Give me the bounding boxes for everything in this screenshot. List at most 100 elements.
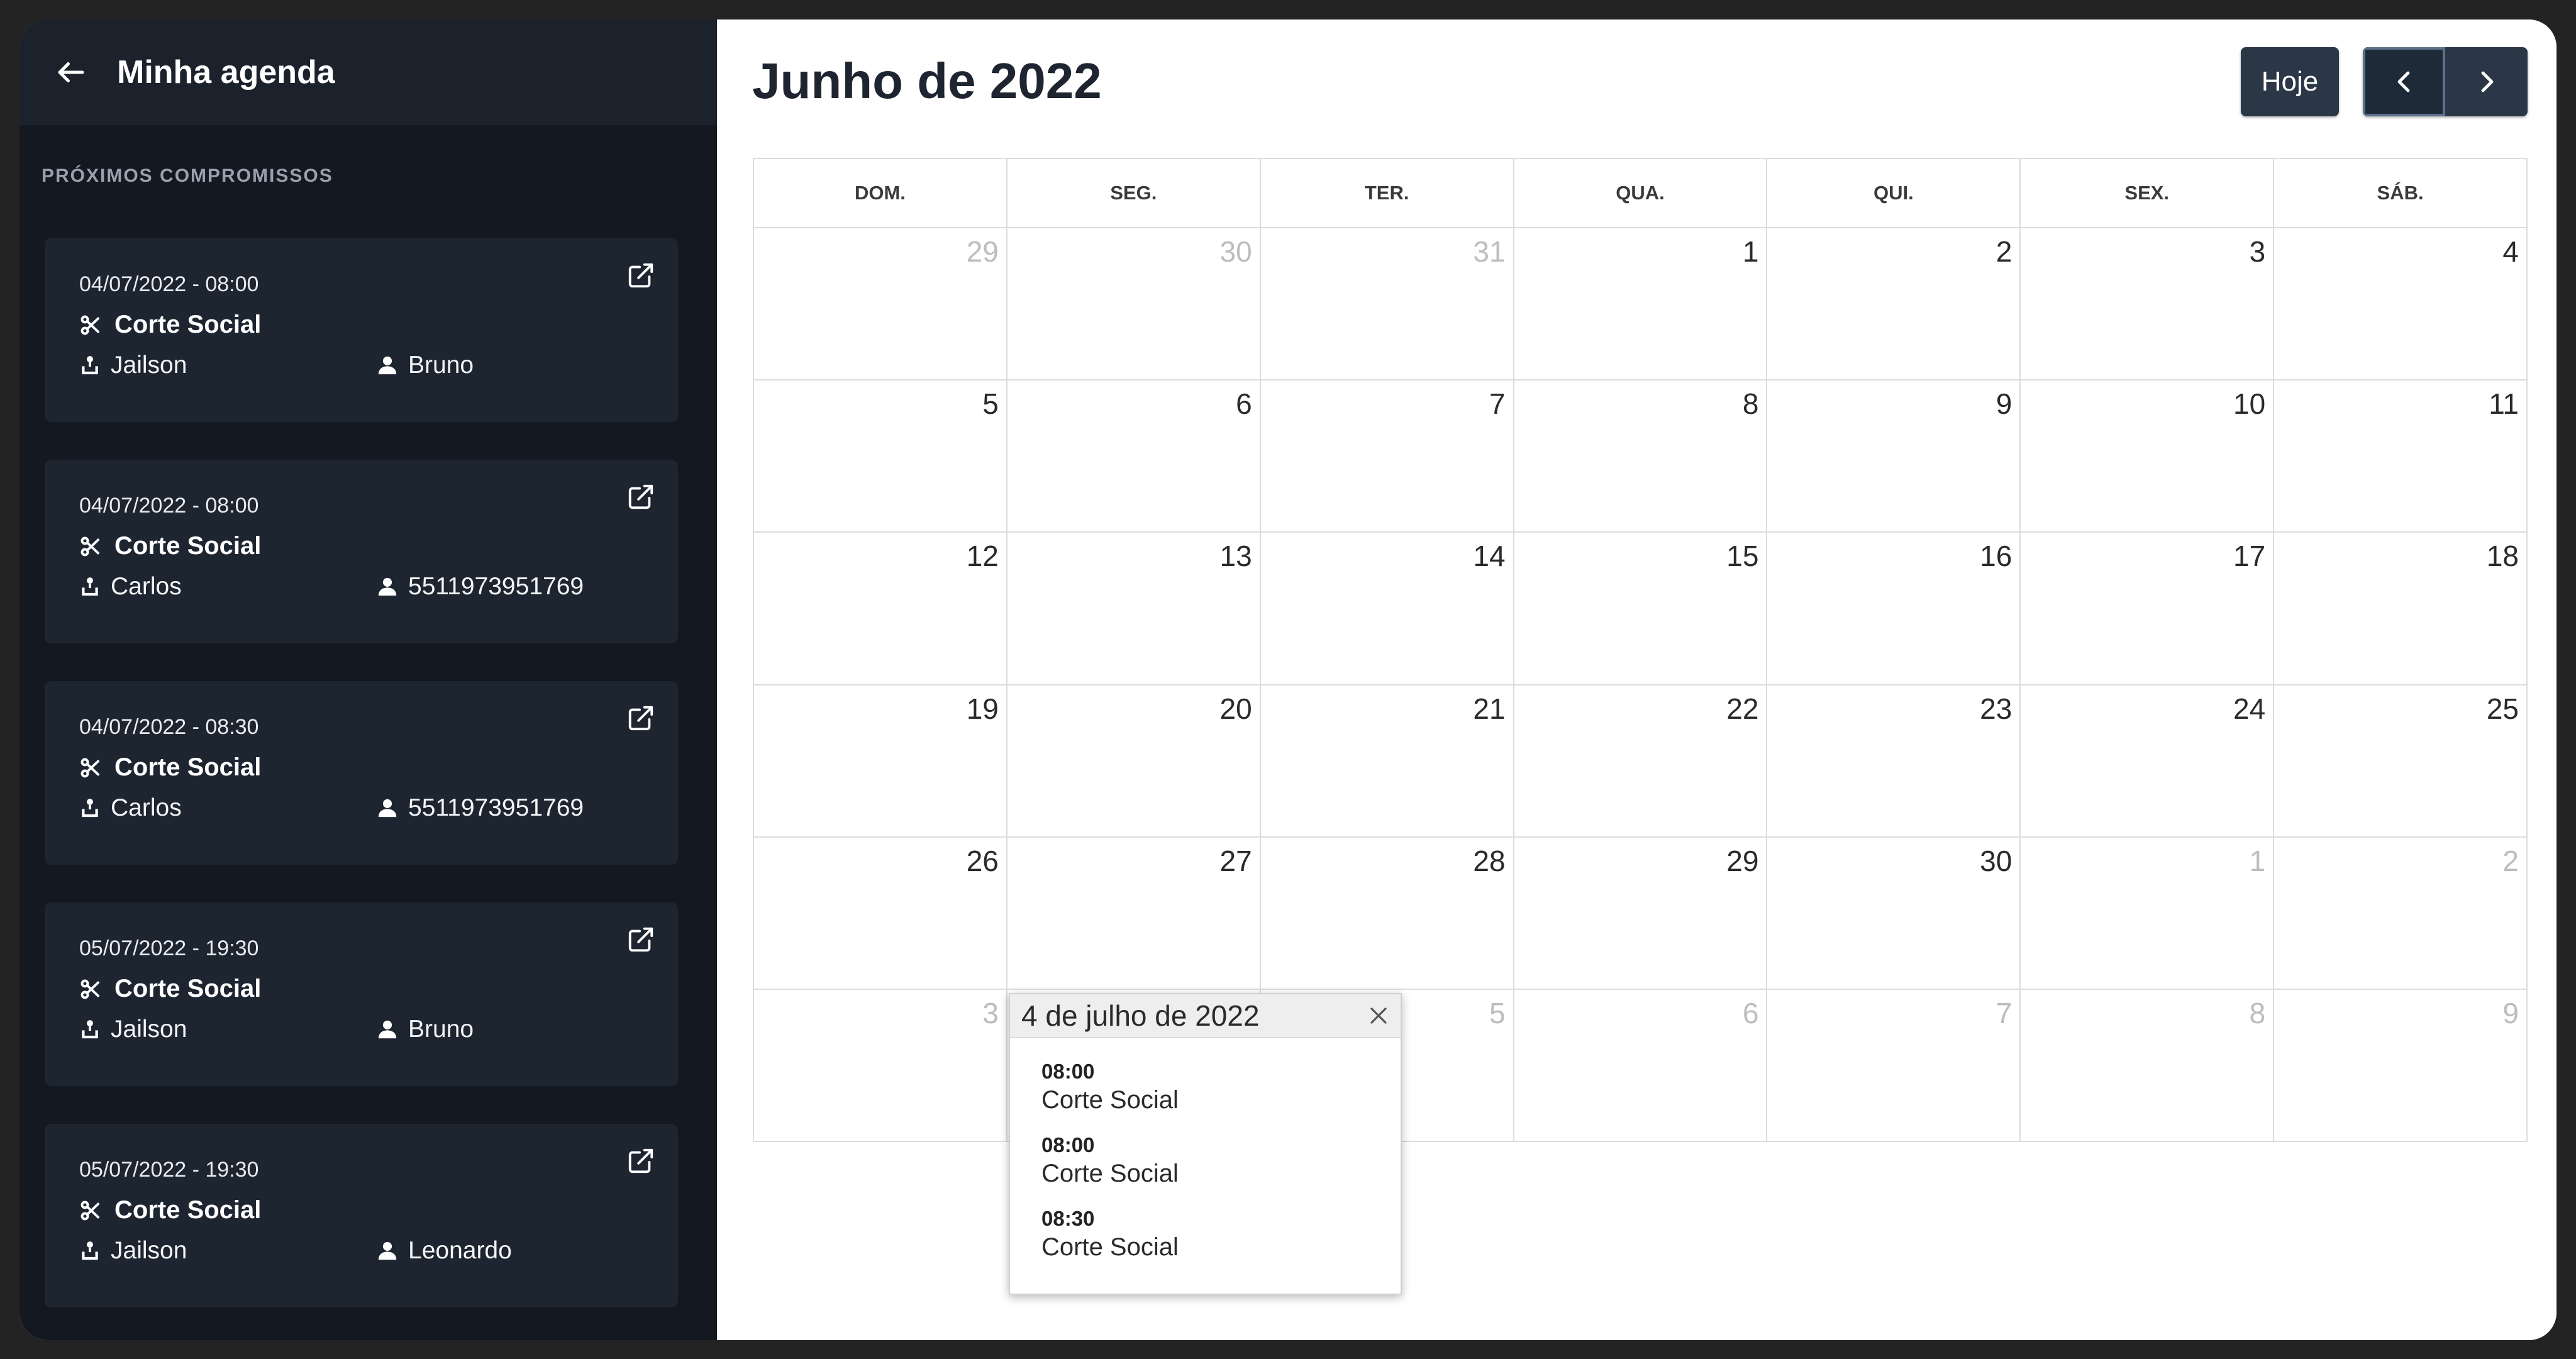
day-number: 7 xyxy=(1996,996,2012,1029)
day-number: 11 xyxy=(2489,387,2519,421)
external-link-icon[interactable] xyxy=(626,1146,655,1175)
day-cell[interactable]: 20 xyxy=(1008,685,1261,836)
day-cell[interactable]: 7 xyxy=(1261,380,1514,532)
day-cell[interactable]: 29 xyxy=(754,228,1008,380)
day-cell[interactable]: 21 xyxy=(1261,685,1514,836)
external-link-icon[interactable] xyxy=(626,261,655,290)
weekday-header: DOM. SEG. TER. QUA. QUI. SEX. SÁB. xyxy=(754,159,2526,228)
barber-icon xyxy=(82,799,98,818)
popover-event[interactable]: 08:00 Corte Social xyxy=(1041,1133,1401,1188)
next-month-button[interactable] xyxy=(2445,47,2528,116)
day-cell[interactable]: 27 xyxy=(1008,837,1261,989)
professional-label: Jailson xyxy=(111,1237,187,1264)
client-label: Bruno xyxy=(408,352,474,379)
day-number: 18 xyxy=(2486,540,2519,573)
day-cell[interactable]: 3 xyxy=(2021,228,2275,380)
day-cell[interactable]: 30 xyxy=(1767,837,2021,989)
prev-month-button[interactable] xyxy=(2363,47,2445,116)
scissors-icon xyxy=(80,758,99,777)
external-link-icon[interactable] xyxy=(626,925,655,954)
day-cell[interactable]: 26 xyxy=(754,837,1008,989)
day-number: 15 xyxy=(1726,540,1759,573)
day-cell[interactable]: 4 xyxy=(2274,228,2526,379)
arrow-left-icon[interactable] xyxy=(54,55,88,89)
appointment-card[interactable]: 04/07/2022 - 08:00 Corte Social Carlos 5511… xyxy=(45,460,678,643)
event-time: 08:00 xyxy=(1041,1060,1095,1083)
appointment-client: 5511973951769 xyxy=(377,794,584,822)
day-cell[interactable]: 9 xyxy=(2274,990,2526,1141)
day-number: 16 xyxy=(1980,540,2012,573)
day-number: 19 xyxy=(966,692,999,725)
appointment-professional: Jailson xyxy=(79,1016,187,1043)
popover-event[interactable]: 08:30 Corte Social xyxy=(1041,1207,1401,1262)
today-button[interactable]: Hoje xyxy=(2241,47,2339,116)
week-row: 26 27 28 29 30 1 2 xyxy=(754,837,2526,990)
appointment-card[interactable]: 04/07/2022 - 08:30 Corte Social Carlos 5511… xyxy=(45,681,678,865)
event-title: Corte Social xyxy=(1041,1233,1179,1261)
service-label: Corte Social xyxy=(114,532,262,560)
day-cell[interactable]: 15 xyxy=(1514,533,1768,684)
day-number: 22 xyxy=(1726,692,1759,725)
day-cell[interactable]: 8 xyxy=(2021,989,2275,1141)
day-cell[interactable]: 2 xyxy=(1767,228,2021,380)
day-cell[interactable]: 17 xyxy=(2021,533,2275,684)
day-cell[interactable]: 7 xyxy=(1767,989,2021,1141)
day-cell[interactable]: 25 xyxy=(2274,685,2526,836)
popover-event[interactable]: 08:00 Corte Social xyxy=(1041,1060,1401,1114)
day-cell[interactable]: 22 xyxy=(1514,685,1768,836)
service-label: Corte Social xyxy=(114,1196,262,1224)
day-cell[interactable]: 28 xyxy=(1261,837,1514,989)
day-cell[interactable]: 14 xyxy=(1261,533,1514,684)
day-cell[interactable]: 2 xyxy=(2274,838,2526,989)
day-cell[interactable]: 12 xyxy=(754,533,1008,684)
day-number: 13 xyxy=(1219,540,1252,573)
day-cell[interactable]: 30 xyxy=(1008,228,1261,380)
day-cell[interactable]: 31 xyxy=(1261,228,1514,380)
professional-label: Carlos xyxy=(111,794,182,821)
external-link-icon[interactable] xyxy=(626,482,655,511)
day-number: 5 xyxy=(1489,996,1506,1029)
weekday-label: DOM. xyxy=(754,159,1008,227)
appointment-service: Corte Social xyxy=(79,1196,261,1224)
day-cell[interactable]: 1 xyxy=(1514,228,1768,380)
person-icon xyxy=(378,799,397,818)
day-cell[interactable]: 6 xyxy=(1514,989,1768,1141)
day-number: 8 xyxy=(2249,996,2266,1029)
appointment-service: Corte Social xyxy=(79,532,261,560)
day-number: 30 xyxy=(1219,235,1252,268)
day-cell[interactable]: 1 xyxy=(2021,837,2275,989)
day-cell[interactable]: 24 xyxy=(2021,685,2275,836)
appointment-card[interactable]: 05/07/2022 - 19:30 Corte Social Jailson Leo… xyxy=(45,1124,678,1307)
event-time: 08:00 xyxy=(1041,1133,1095,1157)
day-number: 9 xyxy=(1996,387,2012,421)
appointment-card[interactable]: 04/07/2022 - 08:00 Corte Social Jailson Bru… xyxy=(45,238,678,422)
weekday-label: TER. xyxy=(1261,159,1514,227)
client-label: Leonardo xyxy=(408,1237,512,1264)
day-cell[interactable]: 8 xyxy=(1514,380,1768,532)
day-number: 26 xyxy=(966,844,999,877)
day-cell[interactable]: 6 xyxy=(1008,380,1261,532)
service-label: Corte Social xyxy=(114,311,262,338)
day-cell[interactable]: 3 xyxy=(754,989,1008,1141)
day-cell[interactable]: 19 xyxy=(754,685,1008,836)
barber-icon xyxy=(82,356,98,375)
appointment-card[interactable]: 05/07/2022 - 19:30 Corte Social Jailson Bru… xyxy=(45,902,678,1086)
day-cell[interactable]: 10 xyxy=(2021,380,2275,532)
day-cell[interactable]: 16 xyxy=(1767,533,2021,684)
close-icon[interactable] xyxy=(1367,1004,1391,1028)
day-cell[interactable]: 5 xyxy=(754,380,1008,532)
scissors-icon xyxy=(80,315,99,335)
external-link-icon[interactable] xyxy=(626,704,655,733)
day-number: 25 xyxy=(2486,692,2519,725)
day-cell[interactable]: 13 xyxy=(1008,533,1261,684)
event-title: Corte Social xyxy=(1041,1160,1179,1187)
chevron-left-icon xyxy=(2397,71,2409,92)
scissors-icon xyxy=(80,536,99,556)
day-cell[interactable]: 29 xyxy=(1514,837,1768,989)
day-cell[interactable]: 11 xyxy=(2274,380,2526,531)
day-cell[interactable]: 9 xyxy=(1767,380,2021,532)
appointment-service: Corte Social xyxy=(79,311,261,339)
day-cell[interactable]: 18 xyxy=(2274,533,2526,684)
day-cell[interactable]: 23 xyxy=(1767,685,2021,836)
weekday-label: QUA. xyxy=(1514,159,1768,227)
